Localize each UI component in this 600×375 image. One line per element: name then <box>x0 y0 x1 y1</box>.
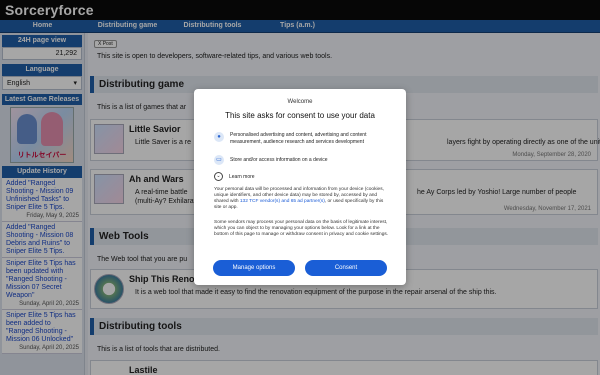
consent-paragraph: Your personal data will be processed and… <box>214 187 390 211</box>
manage-options-button[interactable]: Manage options <box>213 260 295 276</box>
consent-title: This site asks for consent to use your d… <box>225 111 375 120</box>
consent-dialog: Welcome This site asks for consent to us… <box>194 89 406 285</box>
consent-purpose-label: Store and/or access information on a dev… <box>230 157 328 163</box>
learn-more-toggle[interactable]: ⌄ Learn more <box>214 172 255 181</box>
device-icon: ▭ <box>214 155 224 165</box>
consent-paragraph: Some vendors may process your personal d… <box>214 220 389 237</box>
vendors-link[interactable]: 132 TCF vendor(s) and 65 ad partner(s) <box>240 199 325 204</box>
consent-purpose-label: Personalised advertising and content, ad… <box>230 132 367 145</box>
learn-more-label: Learn more <box>229 173 255 180</box>
chevron-down-icon: ⌄ <box>214 172 223 181</box>
consent-button[interactable]: Consent <box>305 260 387 276</box>
consent-purpose: ▭ Store and/or access information on a d… <box>214 155 390 165</box>
consent-purpose: ● Personalised advertising and content, … <box>214 132 390 145</box>
person-icon: ● <box>214 132 224 142</box>
consent-welcome: Welcome <box>287 99 313 105</box>
